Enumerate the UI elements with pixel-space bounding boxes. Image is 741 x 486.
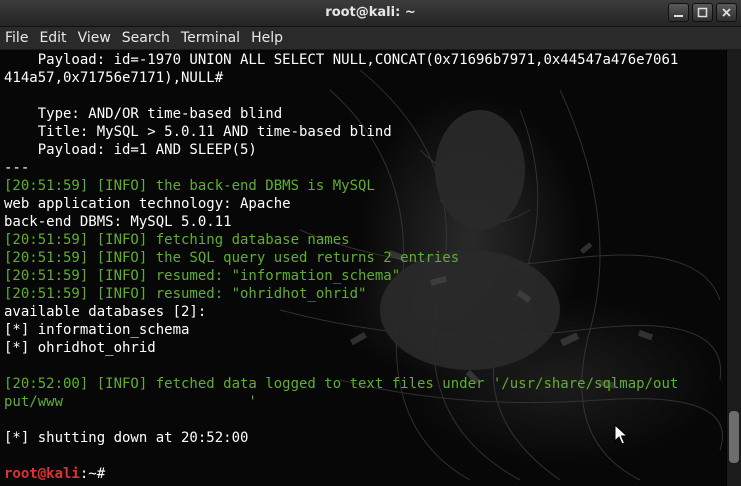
close-icon: [722, 8, 731, 17]
window-title: root@kali: ~: [325, 5, 416, 20]
terminal-line: web application technology: Apache: [4, 196, 291, 212]
scrollbar-thumb[interactable]: [729, 411, 739, 463]
menu-help[interactable]: Help: [251, 30, 283, 46]
terminal-lines: Payload: id=-1970 UNION ALL SELECT NULL,…: [4, 51, 726, 483]
terminal-info-line: [20:51:59] [INFO] fetching database name…: [4, 232, 350, 248]
terminal-line: available databases [2]:: [4, 304, 207, 320]
terminal-info-line: put/www ': [4, 394, 257, 410]
title-bar[interactable]: root@kali: ~: [0, 0, 741, 27]
terminal-info-line: [20:51:59] [INFO] the back-end DBMS is M…: [4, 178, 375, 194]
minimize-icon: [674, 15, 683, 17]
terminal-info-line: [20:51:59] [INFO] the SQL query used ret…: [4, 250, 460, 266]
terminal-info-line: [20:51:59] [INFO] resumed: "ohridhot_ohr…: [4, 286, 367, 302]
prompt-path: :~#: [79, 466, 106, 482]
terminal-info-line: [20:51:59] [INFO] resumed: "information_…: [4, 268, 401, 284]
menu-edit[interactable]: Edit: [39, 30, 66, 46]
close-button[interactable]: [716, 3, 737, 22]
mouse-pointer-icon: [614, 424, 628, 445]
shell-prompt[interactable]: root@kali:~#: [4, 465, 726, 483]
menu-search[interactable]: Search: [122, 30, 170, 46]
terminal-info-line: [20:52:00] [INFO] fetched data logged to…: [4, 376, 679, 392]
terminal-line: Title: MySQL > 5.0.11 AND time-based bli…: [4, 124, 392, 140]
terminal-line: Payload: id=-1970 UNION ALL SELECT NULL,…: [4, 52, 679, 68]
terminal-line: Type: AND/OR time-based blind: [4, 106, 283, 122]
maximize-button[interactable]: [692, 3, 713, 22]
terminal-line: 414a57,0x71756e7171),NULL#: [4, 70, 224, 86]
minimize-button[interactable]: [668, 3, 689, 22]
terminal-output[interactable]: Payload: id=-1970 UNION ALL SELECT NULL,…: [0, 50, 726, 486]
prompt-user: root@kali: [4, 466, 80, 482]
menu-file[interactable]: File: [5, 30, 28, 46]
terminal-line: [*] information_schema: [4, 322, 190, 338]
window-controls: [668, 3, 737, 22]
menu-terminal[interactable]: Terminal: [181, 30, 240, 46]
terminal-line: ---: [4, 160, 30, 176]
terminal-line: [*] ohridhot_ohrid: [4, 340, 156, 356]
maximize-icon: [697, 7, 708, 18]
terminal-line: Payload: id=1 AND SLEEP(5): [4, 142, 257, 158]
menu-view[interactable]: View: [78, 30, 111, 46]
terminal-window: root@kali: ~ File Edit View Search Termi…: [0, 0, 741, 486]
terminal-line: back-end DBMS: MySQL 5.0.11: [4, 214, 232, 230]
vertical-scrollbar[interactable]: [726, 50, 741, 486]
menu-bar: File Edit View Search Terminal Help: [0, 27, 741, 50]
